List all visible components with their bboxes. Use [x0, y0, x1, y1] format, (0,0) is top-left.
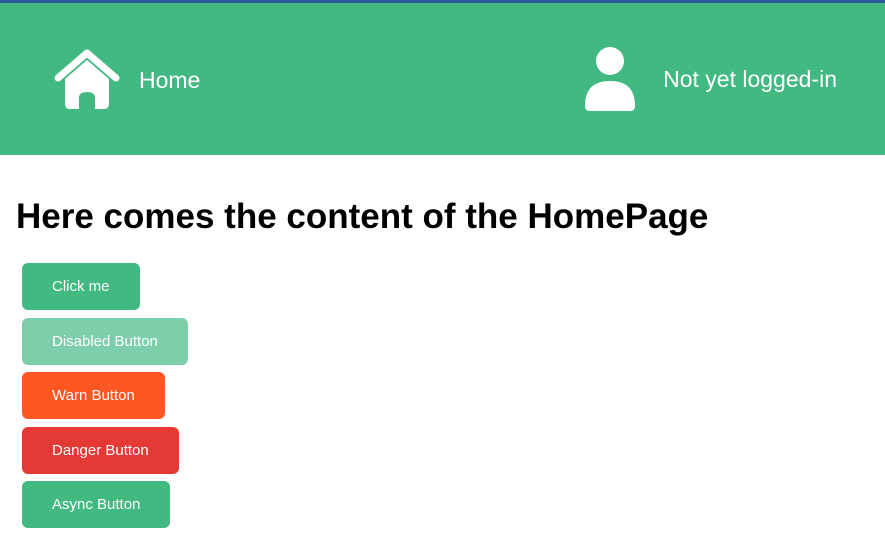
- home-nav-label: Home: [139, 67, 201, 93]
- async-button[interactable]: Async Button: [22, 481, 171, 528]
- user-status-area: Not yet logged-in: [584, 46, 837, 112]
- disabled-button: Disabled Button: [22, 318, 188, 365]
- home-nav-link[interactable]: Home: [54, 48, 200, 112]
- danger-button[interactable]: Danger Button: [22, 427, 179, 474]
- page-title: Here comes the content of the HomePage: [16, 197, 709, 236]
- app-header: Home Not yet logged-in: [0, 3, 885, 155]
- user-icon: [584, 46, 636, 112]
- warn-button[interactable]: Warn Button: [22, 372, 165, 419]
- click-me-button[interactable]: Click me: [22, 263, 140, 310]
- login-status-text: Not yet logged-in: [663, 66, 837, 92]
- home-icon: [54, 48, 120, 112]
